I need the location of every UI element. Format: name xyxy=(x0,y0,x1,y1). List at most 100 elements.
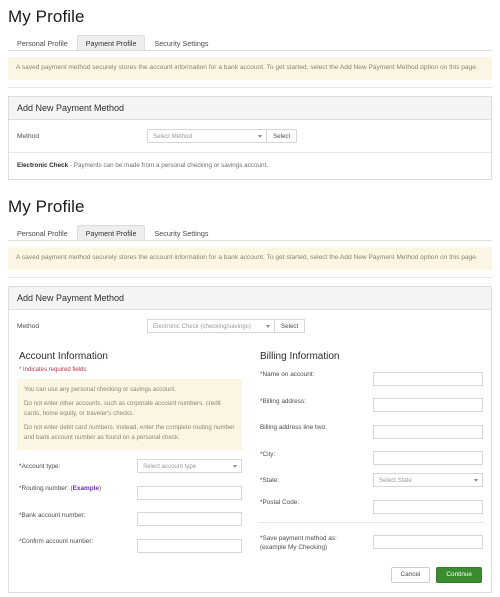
method-label: Method xyxy=(17,132,39,140)
tab-payment-profile[interactable]: Payment Profile xyxy=(76,34,146,50)
account-type-value: Select account type xyxy=(143,462,197,470)
name-on-account-label: *Name on account: xyxy=(260,371,315,379)
account-information-column: Account Information * Indicates required… xyxy=(9,347,250,560)
my-profile-page: My Profile Personal Profile Payment Prof… xyxy=(0,0,500,597)
field-save-payment-method-as: *Save payment method as: (example My Che… xyxy=(258,531,483,553)
account-note-3: Do not enter debit card numbers. Instead… xyxy=(24,424,235,442)
info-banner-2: A saved payment method securely stores t… xyxy=(8,247,492,271)
routing-number-label-after: ) xyxy=(98,485,102,493)
add-new-payment-method-panel: Add New Payment Method Method Select Met… xyxy=(8,96,492,181)
postal-code-control xyxy=(373,495,483,514)
select-button-2[interactable]: Select xyxy=(275,319,306,334)
billing-address-input[interactable] xyxy=(373,398,483,413)
field-name-on-account: *Name on account: xyxy=(258,367,483,386)
account-type-control: Select account type xyxy=(137,459,242,474)
chevron-down-icon xyxy=(233,465,237,469)
panel-title-2: Add New Payment Method xyxy=(9,287,491,311)
postal-code-input[interactable] xyxy=(373,499,483,514)
field-city: *City: xyxy=(258,447,483,466)
tab-security-settings[interactable]: Security Settings xyxy=(145,35,217,50)
account-note-1: You can use any personal checking or sav… xyxy=(24,386,177,394)
select-button[interactable]: Select xyxy=(267,129,298,144)
routing-number-label: *Routing number: (Example) xyxy=(17,481,137,493)
field-bank-account-number: *Bank account number: xyxy=(17,508,242,527)
postal-code-label: *Postal Code: xyxy=(260,499,300,507)
state-control: Select State xyxy=(373,473,483,488)
page-title: My Profile xyxy=(8,7,85,26)
bank-account-number-input[interactable] xyxy=(137,512,242,527)
field-billing-address-two: Billing address line two: xyxy=(258,420,483,439)
name-on-account-input[interactable] xyxy=(373,371,483,386)
method-row: Method Select Method Select xyxy=(9,120,491,152)
billing-information-column: Billing Information *Name on account: *B… xyxy=(250,347,491,560)
account-note-2: Do not enter other accounts, such as cor… xyxy=(24,400,221,418)
name-on-account-control xyxy=(373,367,483,386)
field-confirm-account-number: *Confirm account number: xyxy=(17,534,242,553)
tab-personal-profile[interactable]: Personal Profile xyxy=(8,35,77,50)
routing-number-example-link[interactable]: Example xyxy=(73,485,99,492)
bank-account-number-label: *Bank account number: xyxy=(19,511,86,519)
profile-tabs: Personal Profile Payment Profile Securit… xyxy=(8,33,492,51)
city-input[interactable] xyxy=(373,451,483,466)
save-payment-method-control xyxy=(373,531,483,550)
chevron-down-icon xyxy=(474,479,478,483)
state-label: *State: xyxy=(260,477,280,485)
city-label: *City: xyxy=(260,450,276,458)
account-notes-box: You can use any personal checking or sav… xyxy=(17,379,242,451)
info-banner: A saved payment method securely stores t… xyxy=(8,57,492,81)
method-select-2[interactable]: Electronic Check (checking/savings) xyxy=(147,319,275,334)
tab-payment-profile-2[interactable]: Payment Profile xyxy=(76,225,146,241)
method-description-title: Electronic Check xyxy=(17,162,69,170)
field-billing-address: *Billing address: xyxy=(258,394,483,413)
billing-address-two-input[interactable] xyxy=(373,424,483,439)
billing-information-heading: Billing Information xyxy=(260,351,340,363)
city-control xyxy=(373,447,483,466)
profile-section-top: My Profile Personal Profile Payment Prof… xyxy=(0,0,500,181)
save-payment-method-label: *Save payment method as: (example My Che… xyxy=(258,531,373,553)
confirm-account-number-input[interactable] xyxy=(137,538,242,553)
method-description: Electronic Check - Payments can be made … xyxy=(9,153,491,179)
account-type-select[interactable]: Select account type xyxy=(137,459,242,474)
bank-account-number-control xyxy=(137,508,242,527)
field-account-type: *Account type: Select account type xyxy=(17,459,242,474)
confirm-account-number-label: *Confirm account number: xyxy=(19,538,94,546)
billing-address-control xyxy=(373,394,483,413)
profile-tabs-2: Personal Profile Payment Profile Securit… xyxy=(8,223,492,242)
save-payment-method-label-line1: *Save payment method as: xyxy=(260,534,337,542)
method-control-group-2: Electronic Check (checking/savings) Sele… xyxy=(147,319,306,334)
method-select-value: Select Method xyxy=(153,132,192,140)
method-select-value-2: Electronic Check (checking/savings) xyxy=(153,322,251,330)
routing-number-label-text: *Routing number: ( xyxy=(19,485,73,493)
routing-number-control xyxy=(137,481,242,500)
cancel-button[interactable]: Cancel xyxy=(390,566,431,583)
chevron-down-icon xyxy=(258,135,262,139)
profile-section-bottom: My Profile Personal Profile Payment Prof… xyxy=(0,190,500,597)
panel-title: Add New Payment Method xyxy=(9,97,491,121)
billing-address-label: *Billing address: xyxy=(260,397,306,405)
bottom-spacer xyxy=(0,593,500,597)
panel-body-2: Method Electronic Check (checking/saving… xyxy=(9,310,491,592)
field-postal-code: *Postal Code: xyxy=(258,495,483,514)
tab-security-settings-2[interactable]: Security Settings xyxy=(145,225,217,240)
method-control-group: Select Method Select xyxy=(147,129,298,144)
page-title-2: My Profile xyxy=(8,197,85,217)
panel-body: Method Select Method Select Electronic C… xyxy=(9,120,491,179)
method-select[interactable]: Select Method xyxy=(147,129,267,144)
save-payment-method-input[interactable] xyxy=(373,535,483,550)
banner-divider-2 xyxy=(8,277,492,279)
billing-address-two-control xyxy=(373,420,483,439)
add-new-payment-method-panel-2: Add New Payment Method Method Electronic… xyxy=(8,286,492,593)
method-label-2: Method xyxy=(17,322,39,330)
tab-personal-profile-2[interactable]: Personal Profile xyxy=(8,225,77,240)
chevron-down-icon-2 xyxy=(266,325,270,329)
account-type-label: *Account type: xyxy=(19,463,61,471)
billing-address-two-label: Billing address line two: xyxy=(260,424,327,432)
payment-form: Account Information * Indicates required… xyxy=(9,342,491,560)
form-footer: Cancel Continue xyxy=(9,561,491,592)
required-fields-note: * Indicates required fields xyxy=(19,367,87,374)
routing-number-input[interactable] xyxy=(137,485,242,500)
method-row-2: Method Electronic Check (checking/saving… xyxy=(9,310,491,342)
continue-button[interactable]: Continue xyxy=(436,566,482,583)
state-select[interactable]: Select State xyxy=(373,473,483,488)
billing-divider xyxy=(258,521,483,523)
